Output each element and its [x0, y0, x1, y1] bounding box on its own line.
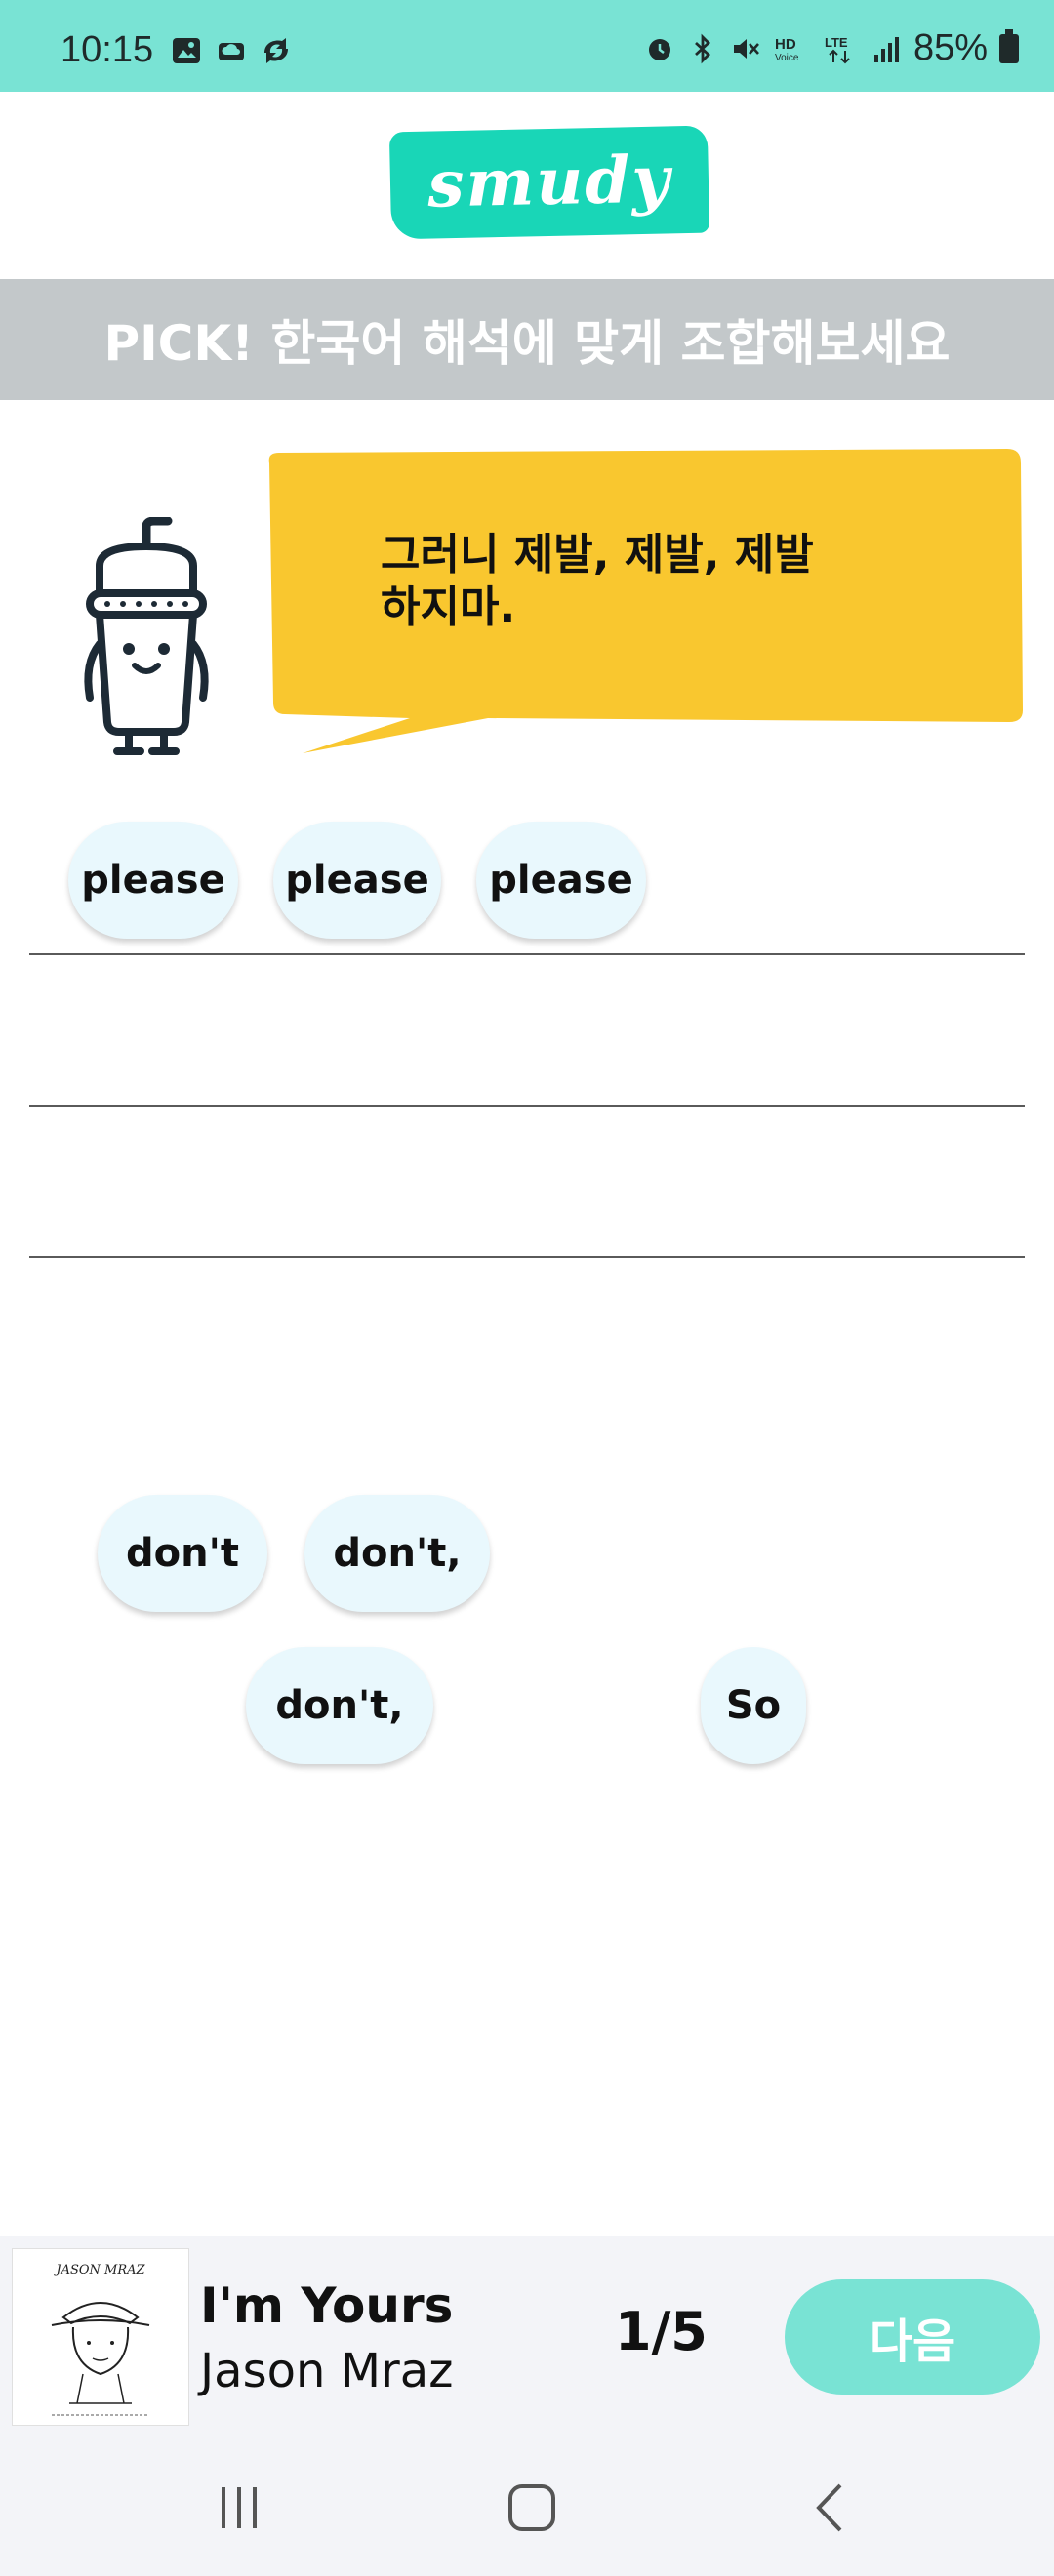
- answer-line: [29, 1105, 1025, 1107]
- korean-line-1: 그러니 제발, 제발, 제발: [381, 530, 814, 580]
- recent-apps-icon: [222, 2487, 257, 2528]
- battery-percent: 85%: [912, 27, 988, 68]
- answer-line: [29, 953, 1025, 955]
- sync-icon: [264, 38, 288, 63]
- word-bank-chip[interactable]: don't,: [246, 1647, 433, 1764]
- cloud-icon: [219, 43, 244, 60]
- app-logo: smudy: [388, 125, 710, 240]
- alarm-icon: [648, 38, 670, 60]
- home-button[interactable]: [488, 2476, 576, 2539]
- word-bank-chip[interactable]: So: [701, 1647, 806, 1764]
- song-artist: Jason Mraz: [200, 2344, 454, 2398]
- mute-icon: [733, 38, 759, 59]
- svg-text:HD: HD: [775, 36, 796, 53]
- question-progress: 1/5: [615, 2301, 708, 2362]
- signal-icon: [873, 36, 899, 62]
- notification-icons: [171, 35, 292, 66]
- status-bar: 10:15 HD Voice LTE 85%: [0, 0, 1054, 92]
- song-title: I'm Yours: [200, 2277, 454, 2334]
- svg-text:Voice: Voice: [775, 53, 799, 63]
- system-status-icons: HD Voice LTE 85%: [644, 27, 1019, 69]
- selected-word-chip[interactable]: please: [476, 822, 646, 939]
- instruction-text: PICK! 한국어 해석에 맞게 조합해보세요: [103, 315, 951, 372]
- album-cover: JASON MRAZ: [12, 2248, 189, 2426]
- answer-line: [29, 1256, 1025, 1258]
- song-player-bar: JASON MRAZ I'm Yours Jason Mraz 1/5 다음: [0, 2236, 1054, 2439]
- logo-text: smudy: [426, 141, 672, 222]
- next-button[interactable]: 다음: [785, 2279, 1040, 2395]
- gallery-icon: [173, 38, 200, 63]
- back-button[interactable]: [785, 2476, 872, 2539]
- selected-word-chip[interactable]: please: [68, 822, 238, 939]
- instruction-banner: PICK! 한국어 해석에 맞게 조합해보세요: [0, 279, 1054, 400]
- cup-mascot-icon: [84, 517, 209, 755]
- korean-line-2: 하지마.: [381, 583, 516, 632]
- hd-voice-icon: HDVoice: [775, 36, 799, 63]
- bluetooth-icon: [694, 33, 710, 63]
- status-time: 10:15: [61, 29, 154, 70]
- album-caption: JASON MRAZ: [56, 2263, 145, 2277]
- word-bank-chip[interactable]: don't,: [304, 1495, 490, 1612]
- battery-icon: [999, 28, 1019, 63]
- app-header: smudy: [0, 92, 1054, 279]
- word-bank-chip[interactable]: don't: [98, 1495, 267, 1612]
- home-icon: [508, 2484, 555, 2531]
- svg-text:LTE: LTE: [825, 35, 848, 50]
- back-icon: [816, 2483, 842, 2532]
- recent-apps-button[interactable]: [195, 2476, 283, 2539]
- system-navigation-bar: [0, 2439, 1054, 2576]
- korean-translation: 그러니 제발, 제발, 제발 하지마.: [381, 529, 888, 634]
- selected-word-chip[interactable]: please: [273, 822, 441, 939]
- lte-icon: LTE: [825, 35, 850, 63]
